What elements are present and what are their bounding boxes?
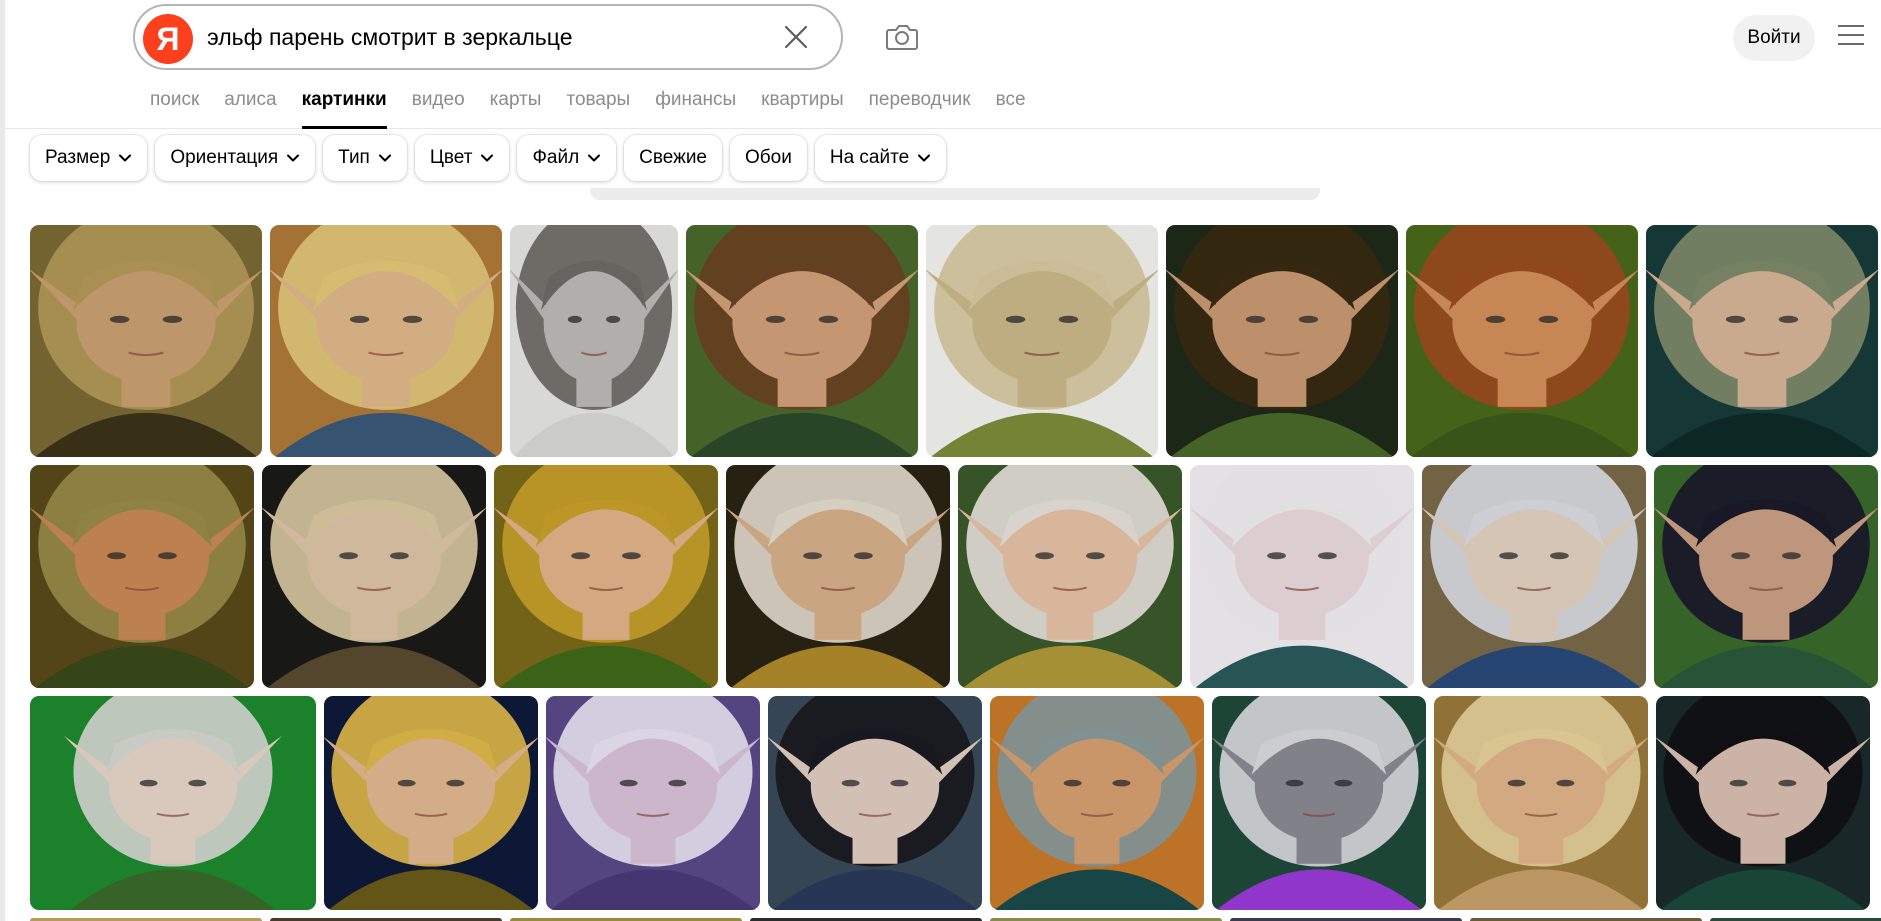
thumbnail-image	[546, 696, 760, 910]
yandex-logo-icon[interactable]: Я	[143, 14, 193, 64]
thumbnail-image	[926, 225, 1158, 457]
image-result[interactable]	[1212, 696, 1426, 910]
image-result[interactable]	[768, 696, 982, 910]
thumbnail-image	[990, 696, 1204, 910]
image-result[interactable]	[958, 465, 1182, 688]
camera-icon	[886, 25, 918, 50]
filter-button[interactable]: На сайте	[814, 135, 947, 181]
thumbnail-image	[1190, 465, 1414, 688]
image-result[interactable]	[990, 696, 1204, 910]
image-result[interactable]	[30, 465, 254, 688]
tab-9[interactable]: все	[996, 88, 1026, 128]
image-result[interactable]	[324, 696, 538, 910]
tab-8[interactable]: переводчик	[869, 88, 971, 128]
thumbnail-image	[494, 465, 718, 688]
suggestion-panel-edge	[590, 188, 1320, 200]
thumbnail-image	[726, 465, 950, 688]
thumbnail-image	[1654, 465, 1878, 688]
image-result[interactable]	[1190, 465, 1414, 688]
filter-label: Обои	[745, 147, 792, 168]
thumbnail-image	[1656, 696, 1870, 910]
image-result[interactable]	[270, 225, 502, 457]
image-result[interactable]	[1646, 225, 1878, 457]
service-tabs: поиск алиса картинки видео карты товары финанс…	[150, 88, 1051, 129]
tab-2[interactable]: картинки	[301, 88, 387, 129]
hamburger-menu-icon[interactable]	[1838, 25, 1864, 47]
thumbnail-image	[1646, 225, 1878, 457]
search-box[interactable]: Я	[133, 4, 843, 70]
clear-search-button[interactable]	[781, 22, 811, 52]
tab-6[interactable]: финансы	[655, 88, 736, 128]
thumbnail-image	[1422, 465, 1646, 688]
filter-button[interactable]: Тип	[323, 135, 407, 181]
tab-5[interactable]: товары	[566, 88, 630, 128]
thumbnail-image	[324, 696, 538, 910]
filter-label: Тип	[338, 147, 370, 168]
thumbnail-image	[958, 465, 1182, 688]
tab-0[interactable]: поиск	[150, 88, 199, 128]
filter-label: Размер	[45, 147, 111, 168]
filter-label: Цвет	[429, 147, 473, 168]
image-result[interactable]	[510, 225, 678, 457]
filter-button[interactable]: Цвет	[414, 135, 510, 181]
thumbnail-image	[686, 225, 918, 457]
image-result[interactable]	[494, 465, 718, 688]
chevron-down-icon	[481, 154, 494, 162]
tab-3[interactable]: видео	[412, 88, 465, 128]
tab-7[interactable]: квартиры	[761, 88, 843, 128]
filter-button[interactable]: Обои	[730, 135, 807, 181]
filter-label: Ориентация	[170, 147, 279, 168]
filter-button[interactable]: Размер	[30, 135, 148, 181]
search-input[interactable]	[207, 6, 747, 68]
thumbnail-image	[1434, 696, 1648, 910]
filter-button[interactable]: Ориентация	[155, 135, 316, 181]
image-result[interactable]	[1422, 465, 1646, 688]
filter-button[interactable]: Файл	[517, 135, 617, 181]
image-result[interactable]	[726, 465, 950, 688]
thumbnail-image	[262, 465, 486, 688]
chevron-down-icon	[378, 154, 391, 162]
image-result[interactable]	[926, 225, 1158, 457]
image-result[interactable]	[546, 696, 760, 910]
thumbnail-image	[510, 225, 678, 457]
thumbnail-image	[30, 225, 262, 457]
chevron-down-icon	[287, 154, 300, 162]
tab-1[interactable]: алиса	[224, 88, 276, 128]
image-result[interactable]	[686, 225, 918, 457]
filter-label: Файл	[532, 147, 580, 168]
image-result[interactable]	[1406, 225, 1638, 457]
image-result[interactable]	[1654, 465, 1878, 688]
chevron-down-icon	[119, 154, 132, 162]
image-result[interactable]	[1166, 225, 1398, 457]
image-result[interactable]	[30, 225, 262, 457]
header: Я Войти поиск алиса картинки видео карты това…	[5, 0, 1881, 129]
chevron-down-icon	[918, 154, 931, 162]
image-search-button[interactable]	[885, 20, 919, 54]
filter-bar: Размер Ориентация Тип Цвет Файл Свежие Обои На …	[30, 135, 947, 181]
image-result[interactable]	[1656, 696, 1870, 910]
close-icon	[784, 25, 808, 49]
login-button[interactable]: Войти	[1733, 15, 1815, 61]
thumbnail-image	[30, 696, 316, 910]
image-result[interactable]	[262, 465, 486, 688]
page: Я Войти поиск алиса картинки видео карты това…	[0, 0, 1881, 921]
filter-button[interactable]: Свежие	[624, 135, 723, 181]
image-result[interactable]	[1434, 696, 1648, 910]
filter-label: Свежие	[639, 147, 708, 168]
thumbnail-image	[1212, 696, 1426, 910]
thumbnail-image	[30, 465, 254, 688]
thumbnail-image	[270, 225, 502, 457]
filter-label: На сайте	[829, 147, 910, 168]
thumbnail-image	[1406, 225, 1638, 457]
tab-4[interactable]: карты	[490, 88, 542, 128]
image-result[interactable]	[30, 696, 316, 910]
chevron-down-icon	[588, 154, 601, 162]
thumbnail-image	[768, 696, 982, 910]
thumbnail-image	[1166, 225, 1398, 457]
